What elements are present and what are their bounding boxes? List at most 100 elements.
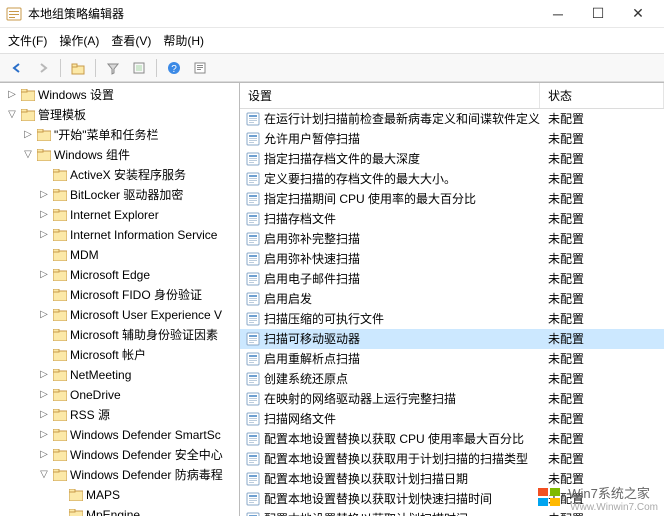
list-row[interactable]: 扫描压缩的可执行文件未配置 (240, 309, 664, 329)
tree-item-iis[interactable]: ▷ Internet Information Service (36, 225, 239, 245)
collapse-icon[interactable]: ▽ (38, 466, 50, 484)
collapse-icon[interactable]: ▽ (22, 146, 34, 164)
list-row[interactable]: 扫描网络文件未配置 (240, 409, 664, 429)
tree-item-rss[interactable]: ▷RSS 源 (36, 405, 239, 425)
tree-item-onedrive[interactable]: ▷OneDrive (36, 385, 239, 405)
tree-panel[interactable]: ▷ Windows 设置 ▽ 管理模板 ▷ "开始"菜单和任务 (0, 83, 240, 516)
collapse-icon[interactable]: ▽ (6, 106, 18, 124)
setting-state: 未配置 (540, 110, 664, 128)
tree-windows-settings[interactable]: ▷ Windows 设置 (4, 85, 239, 105)
tree-item-edge[interactable]: ▷Microsoft Edge (36, 265, 239, 285)
policy-icon (246, 432, 260, 446)
list-row[interactable]: 在运行计划扫描前检查最新病毒定义和间谍软件定义未配置 (240, 109, 664, 129)
list-row[interactable]: 指定扫描存档文件的最大深度未配置 (240, 149, 664, 169)
tree-item-ie[interactable]: ▷Internet Explorer (36, 205, 239, 225)
tree-item-bitlocker[interactable]: ▷BitLocker 驱动器加密 (36, 185, 239, 205)
menu-help[interactable]: 帮助(H) (163, 32, 204, 49)
list-row[interactable]: 在映射的网络驱动器上运行完整扫描未配置 (240, 389, 664, 409)
tree-label: MAPS (86, 486, 120, 504)
list-row[interactable]: 配置本地设置替换以获取 CPU 使用率最大百分比未配置 (240, 429, 664, 449)
expand-icon[interactable]: ▷ (38, 226, 50, 244)
tree-label: Internet Information Service (70, 226, 217, 244)
tree-item-activex[interactable]: ActiveX 安装程序服务 (36, 165, 239, 185)
close-button[interactable]: ✕ (618, 0, 658, 28)
menu-view[interactable]: 查看(V) (111, 32, 151, 49)
list-row[interactable]: 配置本地设置替换以获取计划扫描日期未配置 (240, 469, 664, 489)
tree-item-wdav[interactable]: ▽Windows Defender 防病毒程 (36, 465, 239, 485)
menu-action[interactable]: 操作(A) (59, 32, 99, 49)
folder-icon (53, 389, 67, 401)
tree-item-sca[interactable]: Microsoft 辅助身份验证因素 (36, 325, 239, 345)
list-row[interactable]: 启用重解析点扫描未配置 (240, 349, 664, 369)
list-row[interactable]: 配置本地设置替换以获取计划扫描时间未配置 (240, 509, 664, 516)
settings-list[interactable]: 设置 状态 在运行计划扫描前检查最新病毒定义和间谍软件定义未配置允许用户暂停扫描… (240, 83, 664, 516)
list-row[interactable]: 配置本地设置替换以获取用于计划扫描的扫描类型未配置 (240, 449, 664, 469)
tree-label: Microsoft User Experience V (70, 306, 222, 324)
maximize-button[interactable]: ☐ (578, 0, 618, 28)
tree-start-menu[interactable]: ▷ "开始"菜单和任务栏 (20, 125, 239, 145)
setting-name: 配置本地设置替换以获取 CPU 使用率最大百分比 (264, 430, 524, 448)
tree-label: "开始"菜单和任务栏 (54, 126, 159, 144)
expand-icon[interactable]: ▷ (38, 446, 50, 464)
list-row[interactable]: 启用弥补快速扫描未配置 (240, 249, 664, 269)
list-row[interactable]: 启用电子邮件扫描未配置 (240, 269, 664, 289)
list-row[interactable]: 启用弥补完整扫描未配置 (240, 229, 664, 249)
list-row[interactable]: 扫描存档文件未配置 (240, 209, 664, 229)
expand-icon[interactable]: ▷ (38, 406, 50, 424)
tree-item-mpengine[interactable]: MpEngine (52, 505, 239, 516)
tree-windows-components[interactable]: ▽ Windows 组件 (20, 145, 239, 165)
tree-item-maps[interactable]: MAPS (52, 485, 239, 505)
list-row[interactable]: 定义要扫描的存档文件的最大大小。未配置 (240, 169, 664, 189)
list-row[interactable]: 扫描可移动驱动器未配置 (240, 329, 664, 349)
list-row[interactable]: 指定扫描期间 CPU 使用率的最大百分比未配置 (240, 189, 664, 209)
forward-button[interactable] (32, 57, 54, 79)
tree-item-fido[interactable]: Microsoft FIDO 身份验证 (36, 285, 239, 305)
policy-icon (246, 492, 260, 506)
setting-name: 启用弥补快速扫描 (264, 250, 360, 268)
expand-icon[interactable]: ▷ (38, 386, 50, 404)
setting-name: 指定扫描期间 CPU 使用率的最大百分比 (264, 190, 476, 208)
tree-admin-templates[interactable]: ▽ 管理模板 (4, 105, 239, 125)
tree-label: 管理模板 (38, 106, 86, 124)
tree-item-mdm[interactable]: MDM (36, 245, 239, 265)
policy-icon (246, 312, 260, 326)
list-row[interactable]: 启用启发未配置 (240, 289, 664, 309)
expand-icon[interactable]: ▷ (38, 426, 50, 444)
expand-icon[interactable]: ▷ (38, 266, 50, 284)
minimize-button[interactable]: ─ (538, 0, 578, 28)
setting-state: 未配置 (540, 130, 664, 148)
up-button[interactable] (67, 57, 89, 79)
filter-button[interactable] (102, 57, 124, 79)
list-row[interactable]: 允许用户暂停扫描未配置 (240, 129, 664, 149)
tree-item-account[interactable]: Microsoft 帐户 (36, 345, 239, 365)
expand-icon[interactable]: ▷ (22, 126, 34, 144)
tree-label: Windows 设置 (38, 86, 114, 104)
list-row[interactable]: 创建系统还原点未配置 (240, 369, 664, 389)
col-header-state[interactable]: 状态 (540, 83, 664, 108)
folder-icon (53, 329, 67, 341)
policy-icon (246, 252, 260, 266)
setting-name: 指定扫描存档文件的最大深度 (264, 150, 420, 168)
refresh-button[interactable] (128, 57, 150, 79)
setting-state: 未配置 (540, 290, 664, 308)
expand-icon[interactable]: ▷ (6, 86, 18, 104)
tree-item-mue[interactable]: ▷ Microsoft User Experience V (36, 305, 239, 325)
folder-icon (37, 129, 51, 141)
properties-button[interactable] (189, 57, 211, 79)
list-row[interactable]: 配置本地设置替换以获取计划快速扫描时间未配置 (240, 489, 664, 509)
tree-item-netmeeting[interactable]: ▷NetMeeting (36, 365, 239, 385)
tree-item-wdsc[interactable]: ▷Windows Defender 安全中心 (36, 445, 239, 465)
policy-icon (246, 392, 260, 406)
expand-icon[interactable]: ▷ (38, 306, 50, 324)
expand-icon[interactable]: ▷ (38, 366, 50, 384)
setting-state: 未配置 (540, 210, 664, 228)
menu-file[interactable]: 文件(F) (8, 32, 47, 49)
back-button[interactable] (6, 57, 28, 79)
expand-icon[interactable]: ▷ (38, 206, 50, 224)
setting-name: 启用重解析点扫描 (264, 350, 360, 368)
policy-icon (246, 372, 260, 386)
col-header-setting[interactable]: 设置 (240, 83, 540, 108)
tree-item-wdss[interactable]: ▷Windows Defender SmartSc (36, 425, 239, 445)
help-button[interactable]: ? (163, 57, 185, 79)
expand-icon[interactable]: ▷ (38, 186, 50, 204)
